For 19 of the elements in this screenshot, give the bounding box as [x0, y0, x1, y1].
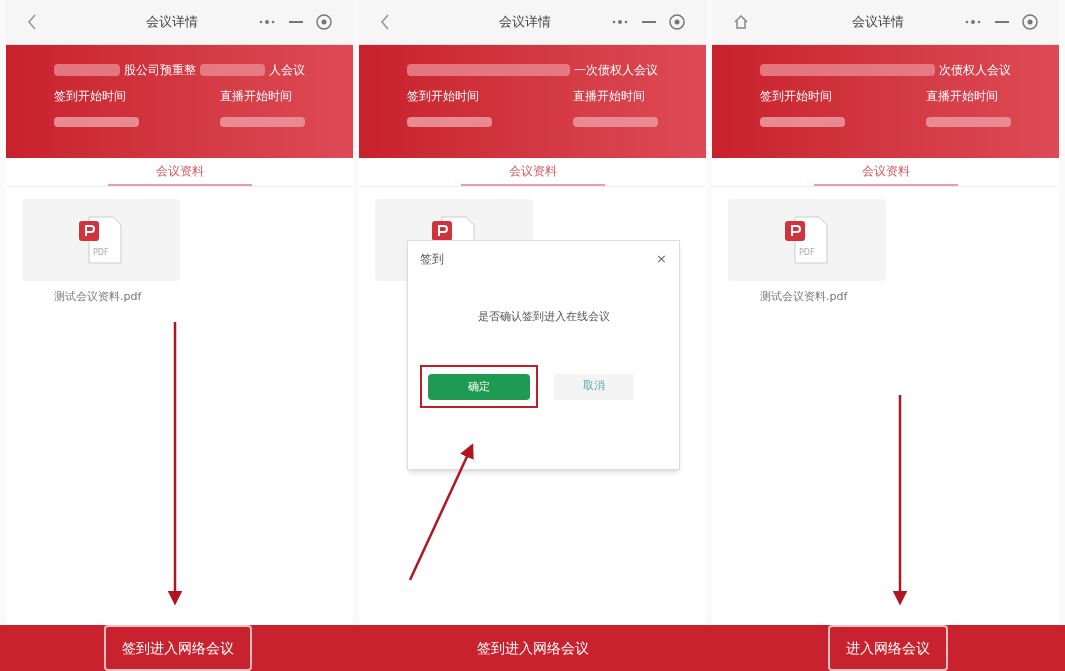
file-name: 测试会议资料.pdf [760, 289, 849, 305]
time-label: 直播开始时间 [926, 88, 999, 105]
time-label: 直播开始时间 [573, 88, 646, 105]
dialog-message: 是否确认签到进入在线会议 [476, 308, 611, 325]
time-label: 签到开始时间 [54, 88, 127, 105]
page-title: 会议详情 [144, 13, 199, 32]
page-title: 会议详情 [850, 13, 905, 32]
file-type-label: PDF [93, 247, 109, 259]
file-type-label: PDF [799, 247, 815, 259]
meeting-title: 次债权人会议 [939, 62, 1011, 79]
meeting-title: 股公司预重整 [123, 62, 196, 79]
time-label: 直播开始时间 [220, 88, 293, 105]
file-name: 测试会议资料.pdf [54, 289, 143, 305]
dialog-title: 签到 [420, 250, 444, 268]
time-label: 签到开始时间 [407, 88, 480, 105]
meeting-title: 人会议 [269, 62, 305, 79]
meeting-title: 一次债权人会议 [574, 62, 658, 79]
page-title: 会议详情 [497, 13, 552, 32]
time-label: 签到开始时间 [760, 88, 833, 105]
